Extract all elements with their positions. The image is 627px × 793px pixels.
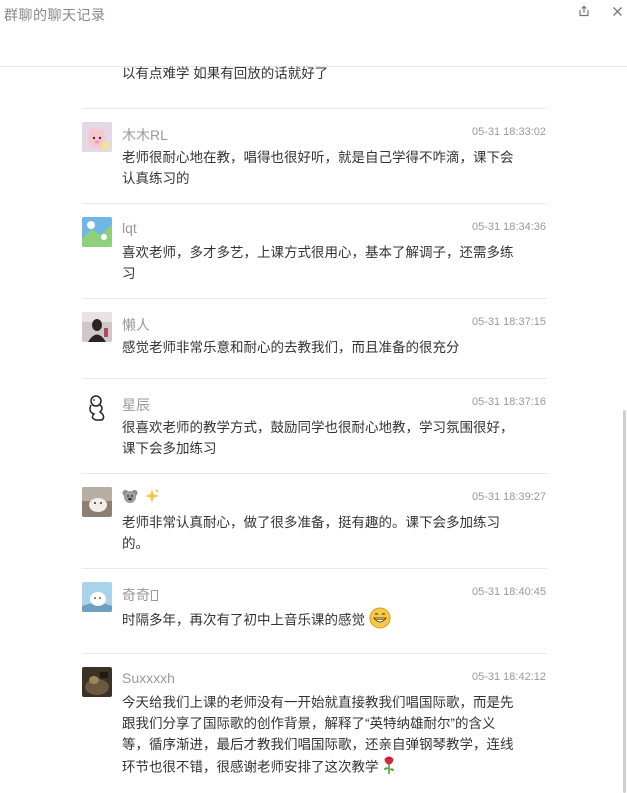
title-bar: 群聊的聊天记录 [0, 0, 627, 67]
avatar[interactable] [82, 217, 112, 247]
avatar[interactable] [82, 122, 112, 152]
message-text: 今天给我们上课的老师没有一开始就直接教我们唱国际歌，而是先跟我们分享了国际歌的创… [122, 692, 522, 781]
message-text: 感觉老师非常乐意和耐心的去教我们，而且准备的很充分 [122, 340, 460, 355]
message-time: 05-31 18:40:45 [471, 586, 546, 598]
message-text: 时隔多年，再次有了初中上音乐课的感觉 [122, 607, 522, 635]
sender-name-text: 奇奇 [122, 587, 150, 603]
avatar[interactable] [82, 392, 112, 422]
message-time: 05-31 18:37:15 [471, 316, 546, 328]
missing-glyph-icon [151, 588, 158, 604]
message-text: 很喜欢老师的教学方式，鼓励同学也很耐心地教，学习氛围很好，课下会多加练习 [122, 420, 514, 456]
sender-name: 懒人 [122, 317, 150, 333]
sender-name-emoji [122, 488, 160, 507]
message-item: 奇奇 05-31 18:40:45 时隔多年，再次有了初中上音乐课的感觉 [82, 568, 547, 654]
avatar[interactable] [82, 667, 112, 697]
message-text-content: 时隔多年，再次有了初中上音乐课的感觉 [122, 612, 365, 628]
grinning-emoji-icon [369, 607, 391, 635]
avatar[interactable] [82, 487, 112, 517]
chat-history-window: 群聊的聊天记录 以有点难学 如果有回放的话就好了 木木RL 05-31 18:3… [0, 0, 627, 793]
message-text: 喜欢老师，多才多艺，上课方式很用心，基本了解调子，还需多练习 [122, 245, 514, 281]
sender-name: lqt [122, 220, 137, 236]
message-text-content: 今天给我们上课的老师没有一开始就直接教我们唱国际歌，而是先跟我们分享了国际歌的创… [122, 695, 514, 775]
sender-name: 奇奇 [122, 585, 158, 605]
message-text: 以有点难学 如果有回放的话就好了 [122, 66, 329, 81]
close-icon[interactable] [609, 3, 625, 19]
message-time: 05-31 18:42:12 [471, 671, 546, 683]
message-time: 05-31 18:39:27 [471, 491, 546, 503]
message-text: 老师非常认真耐心，做了很多准备，挺有趣的。课下会多加练习的。 [122, 515, 500, 551]
sender-name: 木木RL [122, 127, 168, 143]
share-icon[interactable] [576, 3, 592, 19]
message-item: 星辰 05-31 18:37:16 很喜欢老师的教学方式，鼓励同学也很耐心地教，… [82, 378, 547, 474]
window-title: 群聊的聊天记录 [4, 7, 106, 23]
scrollbar-thumb[interactable] [623, 410, 626, 793]
message-text: 老师很耐心地在教，唱得也很好听，就是自己学得不咋滴，课下会认真练习的 [122, 150, 514, 186]
message-time: 05-31 18:33:02 [471, 126, 546, 138]
message-item: 木木RL 05-31 18:33:02 老师很耐心地在教，唱得也很好听，就是自己… [82, 108, 547, 204]
message-list[interactable]: 以有点难学 如果有回放的话就好了 木木RL 05-31 18:33:02 老师很… [0, 66, 627, 793]
message-item: 以有点难学 如果有回放的话就好了 [82, 59, 547, 109]
avatar[interactable] [82, 582, 112, 612]
message-time: 05-31 18:34:36 [471, 221, 546, 233]
message-item: 05-31 18:39:27 老师非常认真耐心，做了很多准备，挺有趣的。课下会多… [82, 473, 547, 569]
message-item: lqt 05-31 18:34:36 喜欢老师，多才多艺，上课方式很用心，基本了… [82, 203, 547, 299]
message-item: Suxxxxh 05-31 18:42:12 今天给我们上课的老师没有一开始就直… [82, 653, 547, 793]
avatar[interactable] [82, 312, 112, 342]
message-time: 05-31 18:37:16 [471, 396, 546, 408]
message-item: 懒人 05-31 18:37:15 感觉老师非常乐意和耐心的去教我们，而且准备的… [82, 298, 547, 379]
koala-emoji-icon [122, 488, 138, 507]
rose-emoji-icon [382, 755, 396, 781]
sender-name: 星辰 [122, 397, 150, 413]
sparkle-emoji-icon [144, 488, 160, 507]
sender-name: Suxxxxh [122, 670, 175, 686]
